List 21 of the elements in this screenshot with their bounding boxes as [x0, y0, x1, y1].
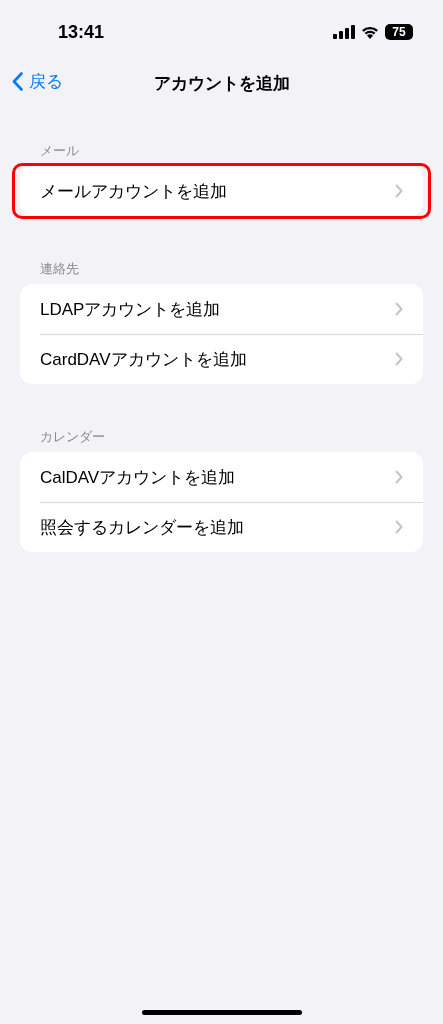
chevron-right-icon: [395, 520, 403, 534]
settings-row[interactable]: CardDAVアカウントを追加: [20, 334, 423, 384]
settings-row[interactable]: LDAPアカウントを追加: [20, 284, 423, 334]
section-header: カレンダー: [39, 428, 106, 446]
home-indicator[interactable]: [141, 1010, 302, 1015]
chevron-left-icon: [12, 72, 23, 91]
chevron-right-icon: [395, 352, 403, 366]
chevron-right-icon: [395, 470, 403, 484]
settings-row[interactable]: メールアカウントを追加: [20, 166, 423, 216]
settings-row[interactable]: 照会するカレンダーを追加: [20, 502, 423, 552]
back-button[interactable]: 戻る: [12, 70, 63, 93]
chevron-right-icon: [395, 302, 403, 316]
section-header: メール: [39, 142, 80, 160]
battery-icon: 75: [385, 24, 413, 40]
status-time: 13:41: [58, 21, 106, 43]
wifi-icon: [361, 25, 379, 39]
page-title: アカウントを追加: [153, 73, 290, 95]
signal-icon: [333, 25, 355, 39]
section-header: 連絡先: [39, 260, 80, 278]
chevron-right-icon: [395, 184, 403, 198]
settings-row[interactable]: CalDAVアカウントを追加: [20, 452, 423, 502]
